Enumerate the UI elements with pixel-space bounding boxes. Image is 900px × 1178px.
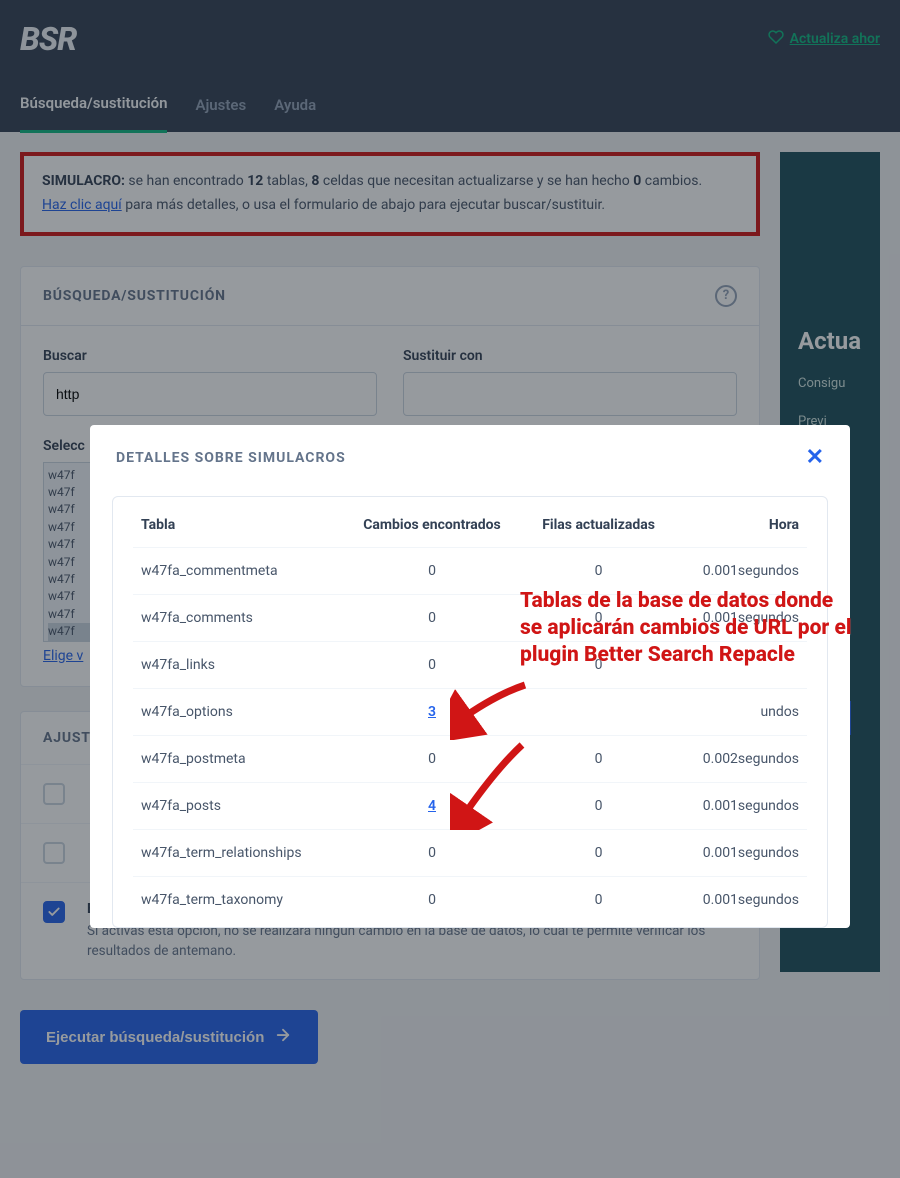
cell-time: undos bbox=[675, 689, 807, 736]
panel-title: BÚSQUEDA/SUSTITUCIÓN bbox=[43, 288, 226, 304]
setting-checkbox-dryrun[interactable] bbox=[43, 901, 65, 923]
notice-prefix: SIMULACRO: bbox=[42, 173, 125, 189]
search-label: Buscar bbox=[43, 348, 377, 364]
cell-time: 0.002segundos bbox=[675, 736, 807, 783]
help-icon[interactable]: ? bbox=[715, 285, 737, 307]
simulacro-notice: SIMULACRO: se han encontrado 12 tablas, … bbox=[20, 152, 760, 236]
promo-sub: Consigu bbox=[798, 375, 862, 393]
cell-table: w47fa_links bbox=[133, 642, 341, 689]
cell-time: 0.001segundos bbox=[675, 877, 807, 924]
th-table: Tabla bbox=[133, 497, 341, 548]
notice-t2: tablas, bbox=[263, 173, 311, 189]
cell-table: w47fa_comments bbox=[133, 595, 341, 642]
th-rows: Filas actualizadas bbox=[523, 497, 675, 548]
tab-settings[interactable]: Ajustes bbox=[195, 78, 246, 132]
logo: BSR bbox=[20, 20, 76, 58]
cell-table: w47fa_term_relationships bbox=[133, 830, 341, 877]
modal-title: DETALLES SOBRE SIMULACROS bbox=[116, 450, 346, 466]
cell-table: w47fa_postmeta bbox=[133, 736, 341, 783]
cell-table: w47fa_posts bbox=[133, 783, 341, 830]
th-time: Hora bbox=[675, 497, 807, 548]
table-row: w47fa_term_taxonomy000.001segundos bbox=[133, 877, 807, 924]
cell-rows bbox=[523, 689, 675, 736]
tab-search-replace[interactable]: Búsqueda/sustitución bbox=[20, 76, 167, 133]
table-row: w47fa_term_relationships000.001segundos bbox=[133, 830, 807, 877]
cell-rows: 0 bbox=[523, 783, 675, 830]
tabs-row: Búsqueda/sustitución Ajustes Ayuda bbox=[0, 77, 900, 132]
elige-link[interactable]: Elige v bbox=[43, 648, 83, 664]
cell-table: w47fa_commentmeta bbox=[133, 548, 341, 595]
setting-checkbox-1[interactable] bbox=[43, 783, 65, 805]
notice-t4: cambios. bbox=[641, 173, 702, 189]
cell-rows: 0 bbox=[523, 736, 675, 783]
cell-found: 0 bbox=[341, 595, 522, 642]
cell-rows: 0 bbox=[523, 877, 675, 924]
cell-found: 0 bbox=[341, 548, 522, 595]
found-link[interactable]: 3 bbox=[428, 704, 436, 720]
cell-table: w47fa_options bbox=[133, 689, 341, 736]
replace-label: Sustituir con bbox=[403, 348, 737, 364]
cell-time: 0.001segundos bbox=[675, 830, 807, 877]
annotation-arrow-2 bbox=[450, 740, 530, 830]
annotation-arrow-1 bbox=[450, 680, 530, 740]
heart-icon bbox=[768, 29, 784, 49]
close-icon[interactable]: ✕ bbox=[806, 445, 824, 470]
notice-t1: se han encontrado bbox=[125, 173, 247, 189]
notice-details-link[interactable]: Haz clic aquí bbox=[42, 197, 122, 213]
cell-rows: 0 bbox=[523, 830, 675, 877]
search-input[interactable] bbox=[43, 372, 377, 416]
replace-input[interactable] bbox=[403, 372, 737, 416]
cell-found: 0 bbox=[341, 830, 522, 877]
tab-help[interactable]: Ayuda bbox=[274, 78, 316, 132]
arrow-right-icon bbox=[274, 1026, 292, 1048]
notice-tables: 12 bbox=[247, 173, 263, 189]
simulacro-modal: DETALLES SOBRE SIMULACROS ✕ Tabla Cambio… bbox=[90, 425, 850, 928]
cell-time: 0.001segundos bbox=[675, 783, 807, 830]
top-bar: BSR Actualiza ahor bbox=[0, 0, 900, 77]
annotation-text: Tablas de la base de datos donde se apli… bbox=[520, 588, 860, 669]
promo-title: Actua bbox=[798, 327, 862, 355]
run-button[interactable]: Ejecutar búsqueda/sustitución bbox=[20, 1010, 318, 1064]
cell-found: 0 bbox=[341, 877, 522, 924]
run-button-label: Ejecutar búsqueda/sustitución bbox=[46, 1029, 264, 1046]
cell-table: w47fa_term_taxonomy bbox=[133, 877, 341, 924]
update-label: Actualiza ahor bbox=[790, 31, 880, 47]
setting-checkbox-2[interactable] bbox=[43, 842, 65, 864]
update-link[interactable]: Actualiza ahor bbox=[768, 29, 880, 49]
found-link[interactable]: 4 bbox=[428, 798, 436, 814]
th-found: Cambios encontrados bbox=[341, 497, 522, 548]
notice-t3: celdas que necesitan actualizarse y se h… bbox=[319, 173, 633, 189]
notice-t5: para más detalles, o usa el formulario d… bbox=[122, 197, 605, 213]
